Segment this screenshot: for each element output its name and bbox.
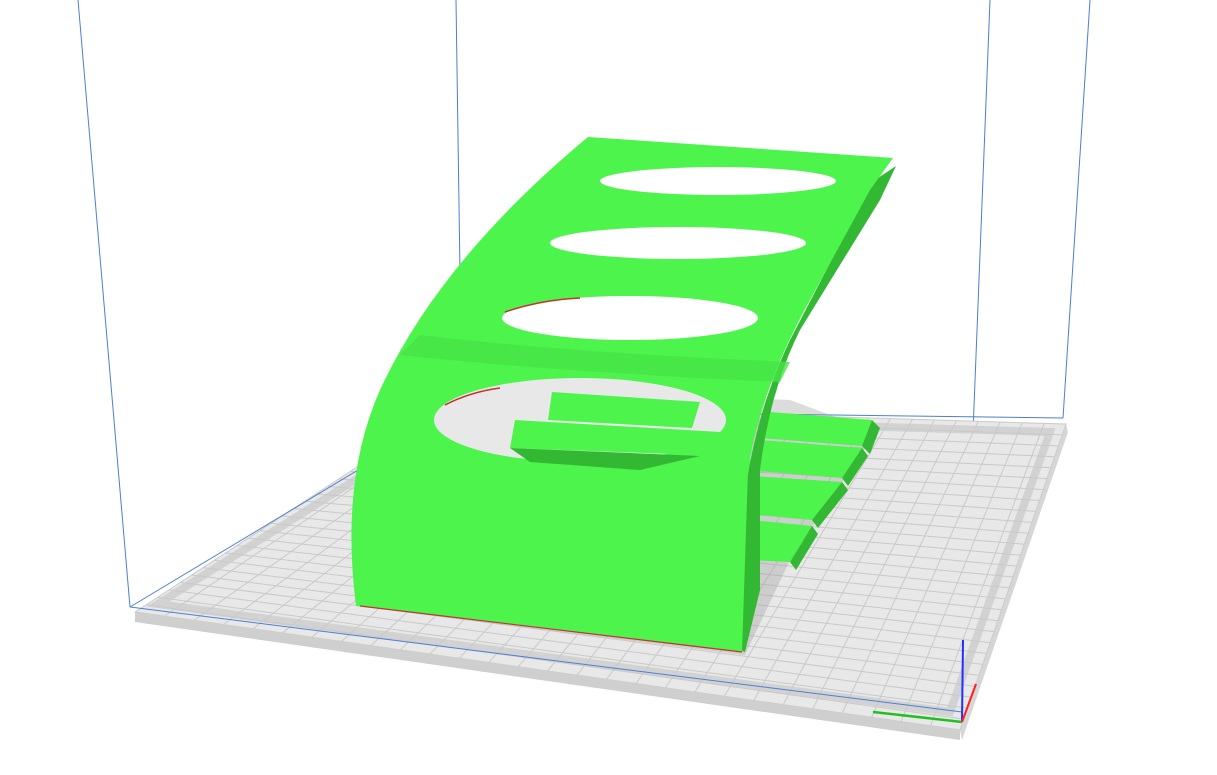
z-axis	[961, 639, 964, 723]
model-hole	[550, 227, 806, 259]
3d-viewport[interactable]	[0, 0, 1217, 775]
build-volume-edge	[77, 0, 131, 608]
model-hole	[600, 167, 836, 195]
scene-canvas[interactable]	[0, 0, 1217, 775]
build-volume-edge	[1062, 0, 1091, 419]
